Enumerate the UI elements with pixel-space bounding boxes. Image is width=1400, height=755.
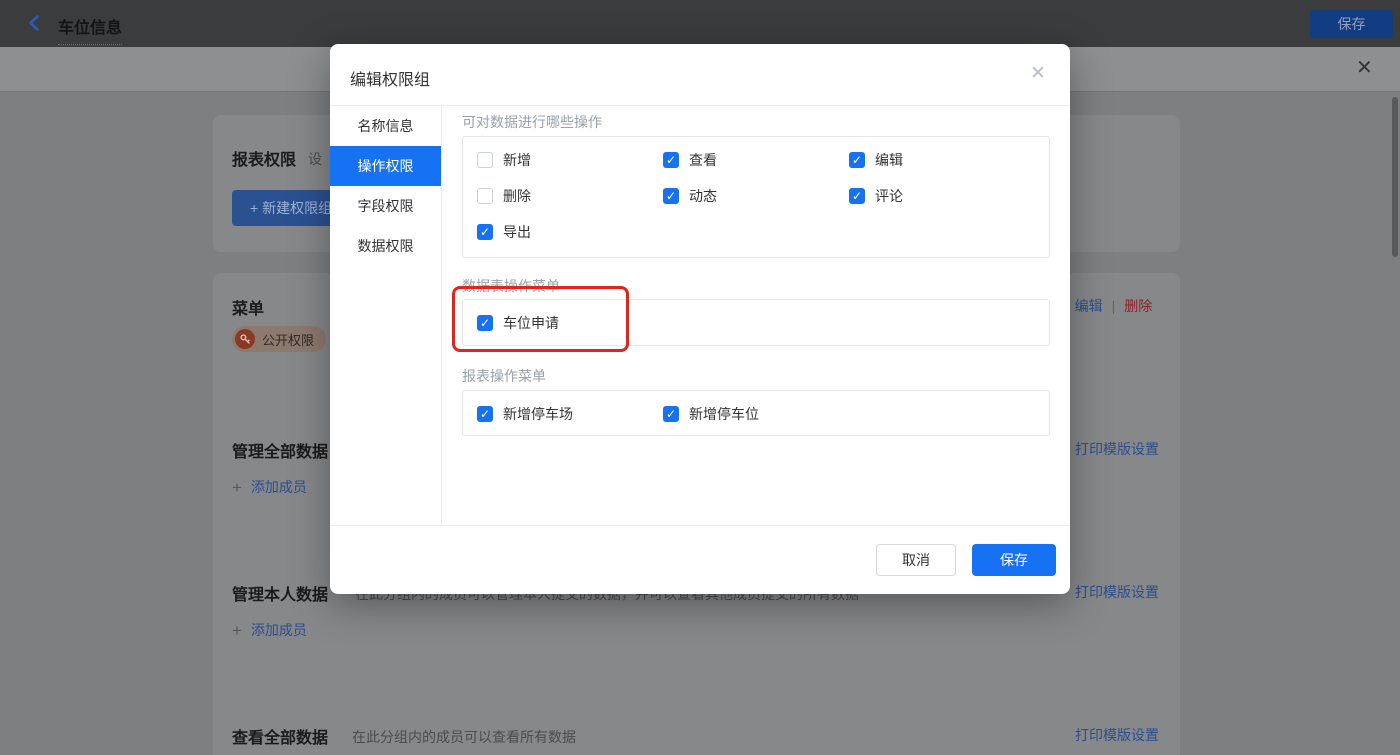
edit-link[interactable]: 编辑 bbox=[1075, 296, 1103, 316]
checkbox-label: 导出 bbox=[503, 222, 531, 242]
print-template-link[interactable]: 打印模版设置 bbox=[1075, 439, 1159, 459]
checkbox-icon[interactable] bbox=[849, 188, 865, 204]
public-permission-label: 公开权限 bbox=[262, 330, 314, 349]
separator: | bbox=[1112, 298, 1116, 314]
save-button[interactable]: 保存 bbox=[972, 544, 1056, 576]
checkbox-icon[interactable] bbox=[477, 152, 493, 168]
checkbox-icon[interactable] bbox=[477, 406, 493, 422]
section-label-operations: 可对数据进行哪些操作 bbox=[462, 112, 1050, 128]
checkbox-label: 新增停车场 bbox=[503, 404, 573, 424]
operations-checkbox-group: 新增 查看 编辑 删除 动态 bbox=[462, 136, 1050, 258]
report-permission-subtitle: 设 bbox=[308, 149, 322, 169]
checkbox-icon[interactable] bbox=[849, 152, 865, 168]
page-title: 车位信息 bbox=[58, 14, 122, 45]
report-menu-checkbox-group: 新增停车场 新增停车位 bbox=[462, 390, 1050, 436]
checkbox-item-delete[interactable]: 删除 bbox=[477, 185, 663, 207]
section-label-report-menu: 报表操作菜单 bbox=[462, 366, 1050, 382]
public-permission-badge[interactable]: 公开权限 bbox=[232, 326, 326, 352]
checkbox-label: 编辑 bbox=[875, 150, 903, 170]
checkbox-item-dynamic[interactable]: 动态 bbox=[663, 185, 849, 207]
checkbox-label: 动态 bbox=[689, 186, 717, 206]
checkbox-label: 新增停车位 bbox=[689, 404, 759, 424]
cancel-button[interactable]: 取消 bbox=[876, 544, 956, 576]
print-template-link[interactable]: 打印模版设置 bbox=[1075, 725, 1159, 745]
plus-icon: + bbox=[232, 622, 242, 639]
back-chevron-icon[interactable] bbox=[26, 14, 44, 32]
checkbox-item-export[interactable]: 导出 bbox=[477, 221, 663, 243]
add-member-label: 添加成员 bbox=[251, 477, 307, 497]
report-permission-title: 报表权限 bbox=[232, 146, 296, 170]
edit-permission-group-modal: 编辑权限组 ✕ 名称信息 操作权限 字段权限 数据权限 可对数据进行哪些操作 新… bbox=[330, 44, 1070, 594]
navbar-save-button[interactable]: 保存 bbox=[1310, 10, 1393, 38]
top-navbar: 车位信息 保存 bbox=[0, 0, 1400, 47]
checkbox-item-new-parking-space[interactable]: 新增停车位 bbox=[663, 403, 849, 425]
add-member-button[interactable]: + 添加成员 bbox=[232, 620, 307, 640]
checkbox-icon[interactable] bbox=[663, 152, 679, 168]
modal-close-icon[interactable]: ✕ bbox=[1030, 64, 1046, 84]
checkbox-label: 车位申请 bbox=[503, 313, 559, 333]
group-title-view-all: 查看全部数据 bbox=[232, 724, 328, 748]
group-title-manage-all: 管理全部数据 bbox=[232, 438, 328, 462]
modal-content: 可对数据进行哪些操作 新增 查看 编辑 删除 bbox=[442, 106, 1070, 525]
checkbox-icon[interactable] bbox=[663, 406, 679, 422]
panel-close-icon[interactable]: ✕ bbox=[1356, 58, 1373, 78]
checkbox-icon[interactable] bbox=[477, 188, 493, 204]
tab-name-info[interactable]: 名称信息 bbox=[330, 106, 441, 146]
checkbox-item-view[interactable]: 查看 bbox=[663, 149, 849, 171]
checkbox-icon[interactable] bbox=[477, 224, 493, 240]
group-title-manage-own: 管理本人数据 bbox=[232, 581, 328, 605]
print-template-link[interactable]: 打印模版设置 bbox=[1075, 582, 1159, 602]
table-menu-checkbox-group: 车位申请 bbox=[462, 299, 1050, 346]
section-label-table-menu: 数据表操作菜单 bbox=[462, 276, 1050, 292]
tab-operation-permission[interactable]: 操作权限 bbox=[330, 146, 441, 186]
checkbox-item-edit[interactable]: 编辑 bbox=[849, 149, 1035, 171]
checkbox-icon[interactable] bbox=[663, 188, 679, 204]
tab-field-permission[interactable]: 字段权限 bbox=[330, 186, 441, 226]
checkbox-item-parking-apply[interactable]: 车位申请 bbox=[477, 312, 1035, 334]
checkbox-item-new-parking-lot[interactable]: 新增停车场 bbox=[477, 403, 663, 425]
modal-side-tabs: 名称信息 操作权限 字段权限 数据权限 bbox=[330, 106, 442, 525]
checkbox-icon[interactable] bbox=[477, 315, 493, 331]
menu-section-title: 菜单 bbox=[232, 295, 264, 319]
tab-data-permission[interactable]: 数据权限 bbox=[330, 226, 441, 266]
add-member-label: 添加成员 bbox=[251, 620, 307, 640]
checkbox-label: 删除 bbox=[503, 186, 531, 206]
delete-link[interactable]: 删除 bbox=[1124, 296, 1152, 316]
modal-title: 编辑权限组 bbox=[350, 66, 430, 90]
key-icon bbox=[235, 329, 255, 349]
group-desc-view-all: 在此分组内的成员可以查看所有数据 bbox=[352, 727, 576, 747]
modal-footer: 取消 保存 bbox=[330, 525, 1070, 594]
checkbox-label: 新增 bbox=[503, 150, 531, 170]
add-member-button[interactable]: + 添加成员 bbox=[232, 477, 307, 497]
modal-header: 编辑权限组 ✕ bbox=[330, 44, 1070, 106]
checkbox-label: 查看 bbox=[689, 150, 717, 170]
plus-icon: + bbox=[232, 479, 242, 496]
checkbox-label: 评论 bbox=[875, 186, 903, 206]
checkbox-item-add[interactable]: 新增 bbox=[477, 149, 663, 171]
page-scrollbar[interactable] bbox=[1392, 97, 1398, 257]
menu-row-actions: | 编辑 | 删除 bbox=[1062, 296, 1152, 316]
checkbox-item-comment[interactable]: 评论 bbox=[849, 185, 1035, 207]
